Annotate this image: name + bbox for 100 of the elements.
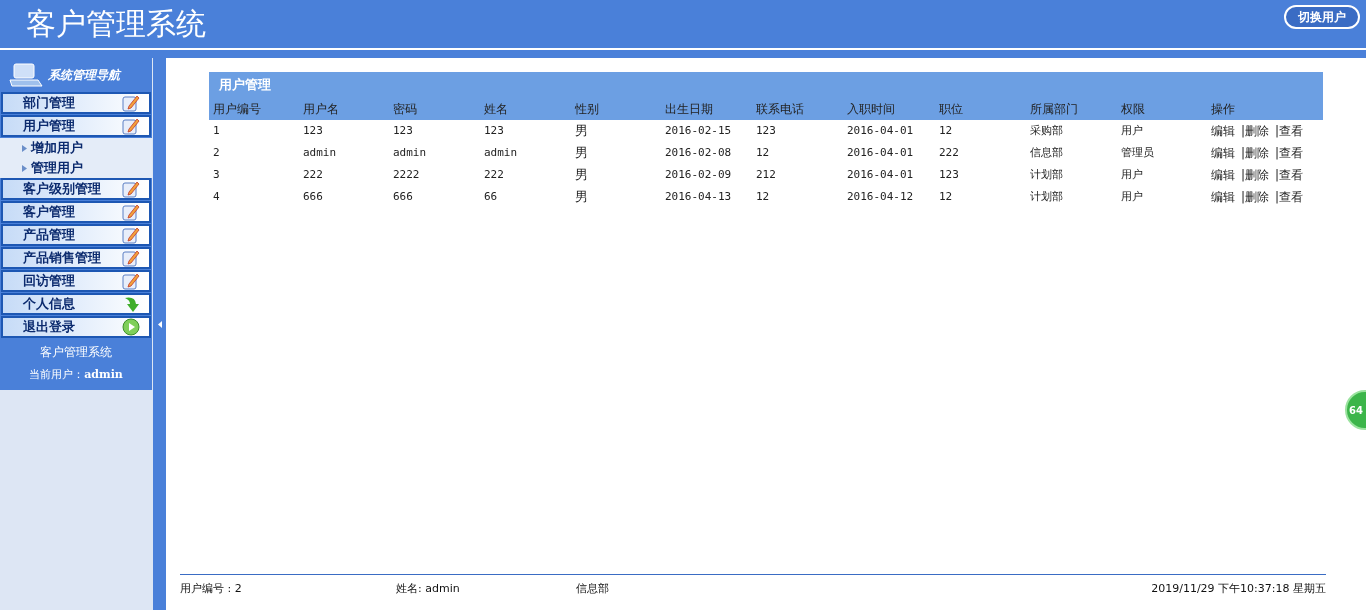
action-link[interactable]: |删除 [1241,166,1270,184]
nav-menu-item[interactable]: 客户级别管理 [1,178,151,200]
column-header: 用户名 [303,101,340,118]
table-cell-text: 用户 [1121,122,1144,139]
nav-menu-item[interactable]: 部门管理 [1,92,151,114]
action-link[interactable]: |查看 [1275,144,1304,162]
table-cell-text: 计划部 [1030,188,1064,205]
status-datetime: 2019/11/29 下午10:37:18 星期五 [1151,581,1326,598]
action-link[interactable]: 编辑 [1211,188,1235,206]
nav-menu-item[interactable]: 用户管理 [1,115,151,137]
table-cell-text: 2016-02-15 [665,122,733,139]
table-cell-text: 222 [484,166,505,183]
nav-menu-item[interactable]: 客户管理 [1,201,151,223]
column-header: 密码 [393,101,418,118]
collapse-arrow-icon[interactable] [157,320,162,328]
action-link[interactable]: |查看 [1275,188,1304,206]
table-cell-text: 12 [756,144,771,161]
table-cell-text: 用户 [1121,188,1144,205]
table-cell-text: 3 [213,166,221,183]
laptop-icon [8,62,44,88]
pencil-note-icon [121,93,141,113]
table-cell-text: 2016-02-09 [665,166,733,183]
action-link[interactable]: |查看 [1275,166,1304,184]
action-link[interactable]: 编辑 [1211,144,1235,162]
table-cell-text: 男 [575,166,589,185]
column-header: 姓名 [484,101,509,118]
column-header: 职位 [939,101,964,118]
column-header: 性别 [575,101,600,118]
nav-title: 系统管理导航 [48,67,120,84]
table-cell-text: admin [303,144,338,161]
table-cell-text: 男 [575,144,589,163]
system-name: 客户管理系统 [40,344,112,361]
play-icon [121,317,141,337]
pencil-note-icon [121,202,141,222]
table-cell-text: 66 [484,188,499,205]
column-header: 入职时间 [847,101,896,118]
panel-title: 用户管理 [219,76,271,95]
status-department: 信息部 [576,581,610,598]
table-cell-text: 123 [756,122,777,139]
action-link[interactable]: |删除 [1241,122,1270,140]
table-cell-text: 222 [303,166,324,183]
table-cell-text: 2 [213,144,221,161]
nav-menu-item[interactable]: 产品管理 [1,224,151,246]
switch-user-button[interactable]: 切换用户 [1284,5,1360,29]
table-cell-text: 4 [213,188,221,205]
column-header: 用户编号 [213,101,262,118]
table-cell-text: 男 [575,188,589,207]
table-cell-text: 2016-04-12 [847,188,915,205]
pencil-note-icon [121,248,141,268]
table-cell-text: 管理员 [1121,144,1155,161]
table-cell-text: 212 [756,166,777,183]
column-header: 操作 [1211,101,1236,118]
table-cell-text: 12 [939,122,954,139]
column-header: 所属部门 [1030,101,1079,118]
app-title: 客户管理系统 [26,9,206,39]
column-header: 出生日期 [665,101,714,118]
bullet-icon [22,144,27,152]
table-cell-text: 2016-04-01 [847,144,915,161]
table-cell-text: admin [484,144,519,161]
action-link[interactable]: |删除 [1241,188,1270,206]
table-cell-text: 信息部 [1030,144,1064,161]
table-cell-text: 12 [939,188,954,205]
pencil-note-icon [121,225,141,245]
pencil-note-icon [121,116,141,136]
status-name: 姓名: admin [396,581,461,598]
nav-menu-item[interactable]: 个人信息 [1,293,151,315]
table-cell-text: 计划部 [1030,166,1064,183]
table-cell-text: 123 [393,122,414,139]
action-link[interactable]: 编辑 [1211,166,1235,184]
table-cell-text: 123 [484,122,505,139]
column-header: 权限 [1121,101,1146,118]
table-cell-text: 采购部 [1030,122,1064,139]
table-cell-text: 1 [213,122,221,139]
table-cell-text: 2016-04-13 [665,188,733,205]
action-link[interactable]: 编辑 [1211,122,1235,140]
table-cell-text: 123 [303,122,324,139]
table-cell-text: 2222 [393,166,421,183]
status-user-id: 用户编号 : 2 [180,581,243,598]
table-cell-text: 222 [939,144,960,161]
table-cell-text: 12 [756,188,771,205]
nav-panel: 系统管理导航 部门管理 用户管理 增加用户 管理用户 客户级别管理 客户管理 产品管理 产品销售管理 回访管理 个人信息 退出登录 客户管理系统 当前用户：admin [0,58,152,390]
current-user: 当前用户：admin [29,367,123,383]
action-link[interactable]: |删除 [1241,144,1270,162]
table-cell-text: 男 [575,122,589,141]
table-cell-text: 2016-04-01 [847,122,915,139]
table-cell-text: 666 [303,188,324,205]
table-cell-text: 2016-02-08 [665,144,733,161]
table-cell-text: 666 [393,188,414,205]
pencil-note-icon [121,179,141,199]
column-header: 联系电话 [756,101,805,118]
table-cell-text: 2016-04-01 [847,166,915,183]
table-cell-text: admin [393,144,428,161]
action-link[interactable]: |查看 [1275,122,1304,140]
nav-menu-item[interactable]: 退出登录 [1,316,151,338]
nav-menu-item[interactable]: 产品销售管理 [1,247,151,269]
table-cell-text: 123 [939,166,960,183]
bullet-icon [22,164,27,172]
table-cell-text: 用户 [1121,166,1144,183]
pencil-note-icon [121,271,141,291]
nav-menu-item[interactable]: 回访管理 [1,270,151,292]
